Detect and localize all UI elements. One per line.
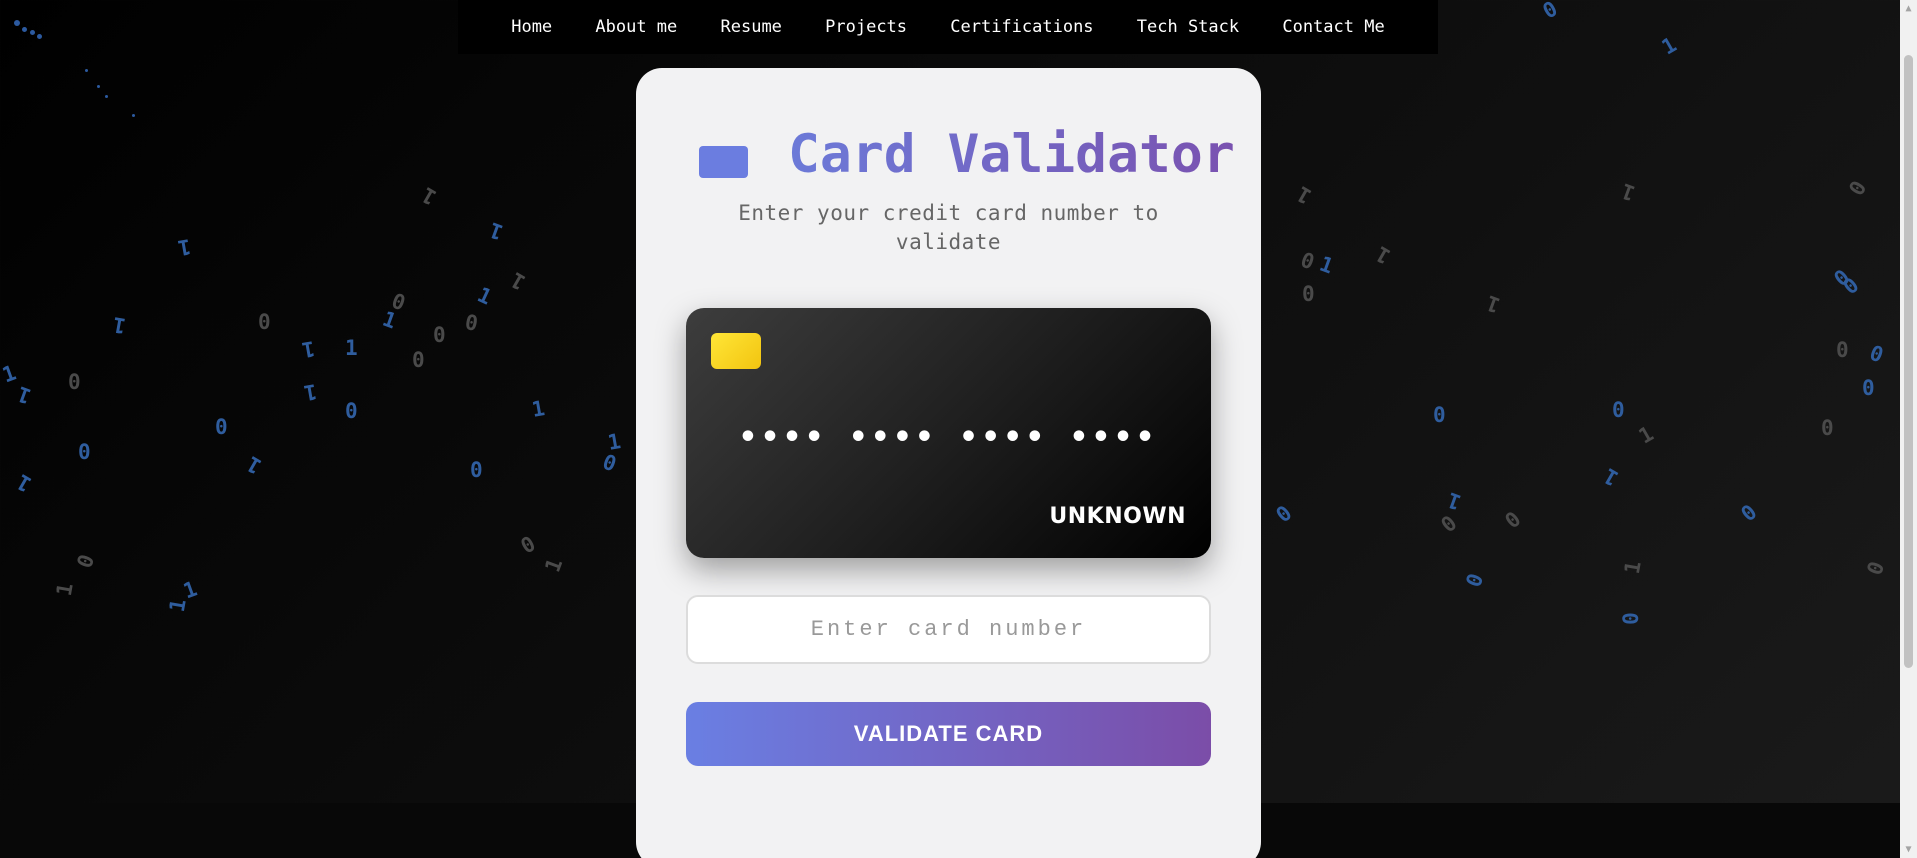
binary-digit: 1 bbox=[1371, 241, 1395, 269]
binary-digit: 0 bbox=[1862, 558, 1890, 579]
binary-digit: 1 bbox=[12, 469, 36, 497]
binary-digit: 1 bbox=[473, 282, 496, 310]
binary-digit: 1 bbox=[300, 336, 317, 362]
binary-digit: 0 bbox=[1618, 612, 1643, 625]
card-number-input[interactable] bbox=[686, 595, 1211, 664]
binary-digit: 1 bbox=[242, 451, 266, 479]
nav-link-tech-stack[interactable]: Tech Stack bbox=[1137, 17, 1239, 37]
credit-card-preview: •••• •••• •••• •••• UNKNOWN bbox=[686, 308, 1211, 558]
card-type-label: UNKNOWN bbox=[1049, 504, 1186, 529]
binary-digit: 1 bbox=[1619, 559, 1646, 576]
nav-link-about-me[interactable]: About me bbox=[595, 17, 677, 37]
nav-link-projects[interactable]: Projects bbox=[825, 17, 907, 37]
binary-digit: 0 bbox=[516, 531, 540, 559]
binary-digit: 0 bbox=[72, 551, 100, 572]
nav-link-resume[interactable]: Resume bbox=[721, 17, 782, 37]
binary-digit: 0 bbox=[1461, 570, 1489, 591]
binary-digit: 1 bbox=[1444, 487, 1465, 515]
binary-digit: 1 bbox=[1634, 421, 1658, 449]
binary-digit: 1 bbox=[302, 379, 319, 405]
binary-digit: 1 bbox=[506, 267, 530, 295]
binary-digit: 0 bbox=[215, 415, 228, 439]
binary-digit: 1 bbox=[529, 396, 547, 422]
binary-digit: 1 bbox=[176, 234, 193, 260]
binary-digit: 0 bbox=[1866, 340, 1887, 368]
credit-card-icon bbox=[699, 146, 748, 178]
card-chip-icon bbox=[711, 333, 761, 369]
binary-digit: 0 bbox=[78, 440, 91, 464]
binary-digit: 1 bbox=[540, 555, 568, 576]
binary-digit: 0 bbox=[1500, 506, 1526, 534]
binary-digit: 1 bbox=[379, 306, 400, 334]
binary-digit: 0 bbox=[1433, 403, 1446, 427]
validate-card-button[interactable]: VALIDATE CARD bbox=[686, 702, 1211, 766]
binary-digit: 0 bbox=[463, 310, 480, 336]
particle-dot bbox=[85, 69, 88, 72]
binary-digit: 0 bbox=[412, 348, 425, 372]
binary-digit: 1 bbox=[1316, 251, 1337, 279]
nav-link-certifications[interactable]: Certifications bbox=[950, 17, 1093, 37]
binary-digit: 0 bbox=[470, 458, 483, 482]
binary-digit: 1 bbox=[486, 217, 507, 245]
binary-digit: 1 bbox=[1292, 181, 1316, 209]
particle-dot bbox=[105, 95, 108, 98]
binary-digit: 1 bbox=[14, 381, 35, 409]
nav-link-home[interactable]: Home bbox=[511, 17, 552, 37]
card-number-display: •••• •••• •••• •••• bbox=[738, 420, 1159, 455]
binary-digit: 0 bbox=[345, 399, 358, 423]
binary-digit: 1 bbox=[1657, 32, 1681, 60]
particle-dot bbox=[14, 20, 20, 26]
binary-digit: 0 bbox=[258, 310, 271, 334]
vertical-scrollbar[interactable]: ▲ ▼ bbox=[1900, 0, 1917, 858]
binary-digit: 0 bbox=[1538, 0, 1562, 24]
card-validator-panel: Card Validator Enter your credit card nu… bbox=[636, 68, 1261, 858]
binary-digit: 1 bbox=[51, 581, 78, 598]
scrollbar-thumb[interactable] bbox=[1904, 55, 1913, 668]
particle-dot bbox=[97, 85, 100, 88]
binary-digit: 0 bbox=[1736, 499, 1762, 527]
binary-digit: 0 bbox=[1836, 338, 1849, 362]
binary-digit: 0 bbox=[68, 370, 81, 394]
title-row: Card Validator bbox=[636, 124, 1261, 186]
binary-digit: 0 bbox=[599, 449, 620, 477]
binary-digit: 1 bbox=[110, 312, 128, 338]
binary-digit: 0 bbox=[1838, 272, 1864, 300]
scroll-up-arrow-icon[interactable]: ▲ bbox=[1900, 0, 1917, 17]
binary-digit: 1 bbox=[1483, 290, 1504, 318]
particle-dot bbox=[37, 34, 42, 39]
binary-digit: 1 bbox=[417, 182, 441, 210]
page-title: Card Validator bbox=[788, 124, 1235, 185]
scroll-down-arrow-icon[interactable]: ▼ bbox=[1900, 841, 1917, 858]
binary-digit: 0 bbox=[1302, 282, 1315, 306]
binary-digit: 0 bbox=[1862, 376, 1875, 400]
binary-digit: 0 bbox=[1436, 510, 1462, 538]
binary-digit: 0 bbox=[433, 323, 446, 347]
binary-digit: 1 bbox=[345, 336, 358, 360]
binary-digit: 0 bbox=[1271, 500, 1297, 528]
particle-dot bbox=[132, 114, 135, 117]
binary-digit: 0 bbox=[1821, 416, 1834, 440]
nav-link-contact-me[interactable]: Contact Me bbox=[1282, 17, 1384, 37]
particle-dot bbox=[22, 27, 27, 32]
top-navigation: Home About me Resume Projects Certificat… bbox=[458, 0, 1438, 54]
binary-digit: 1 bbox=[1599, 463, 1623, 491]
binary-digit: 1 bbox=[1618, 178, 1639, 206]
binary-digit: 1 bbox=[0, 360, 20, 388]
binary-digit: 1 bbox=[164, 597, 191, 614]
particle-dot bbox=[30, 30, 35, 35]
binary-digit: 1 bbox=[180, 576, 201, 604]
binary-digit: 0 bbox=[1612, 398, 1625, 422]
page-subtitle: Enter your credit card number to validat… bbox=[738, 201, 1159, 254]
binary-digit: 0 bbox=[1844, 176, 1872, 200]
binary-digit: 0 bbox=[1297, 247, 1318, 275]
